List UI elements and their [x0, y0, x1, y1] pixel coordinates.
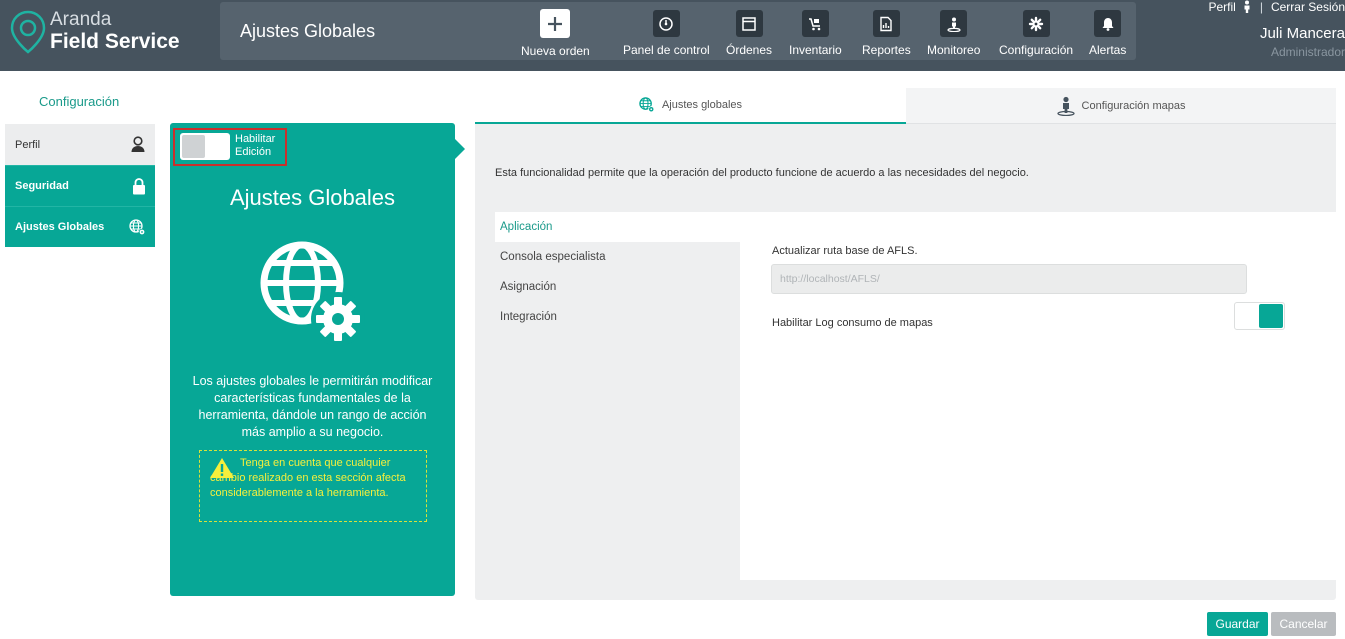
subnav-item-label: Consola especialista	[500, 251, 606, 263]
profile-link[interactable]: Perfil	[1209, 0, 1236, 14]
plus-icon	[540, 9, 571, 38]
person-pin-icon	[940, 10, 968, 37]
globe-gear-icon	[260, 241, 365, 346]
user-icon	[131, 136, 145, 152]
subnav-item-label: Integración	[500, 311, 557, 323]
user-name: Juli Mancera	[1259, 25, 1345, 42]
sidebar-item-label: Perfil	[15, 138, 41, 151]
tab-bar: Ajustes globales Configuración mapas	[475, 88, 1336, 124]
cancel-button[interactable]: Cancelar	[1271, 612, 1336, 636]
nav-panel-de-control[interactable]: Panel de control	[623, 10, 710, 58]
nav-ordenes[interactable]: Órdenes	[726, 10, 772, 58]
tab-label: Ajustes globales	[661, 99, 743, 111]
orders-icon	[735, 10, 763, 37]
card-description: Los ajustes globales le permitirán modif…	[192, 374, 433, 439]
logout-link[interactable]: Cerrar Sesión	[1271, 0, 1345, 14]
settings-subnav: Aplicación Consola especialista Asignaci…	[495, 212, 1336, 332]
info-card: Habilitar Edición Ajustes Globales Los a…	[170, 123, 455, 596]
subnav-item-asignacion[interactable]: Asignación	[495, 272, 740, 302]
subnav-item-aplicacion[interactable]: Aplicación	[495, 212, 1336, 242]
application-settings: Actualizar ruta base de AFLS. Habilitar …	[740, 242, 1336, 580]
main-menu: Ajustes Globales Nueva orden Panel de co…	[220, 2, 1136, 60]
brand-name: Aranda	[50, 9, 112, 30]
person-pin-icon	[1056, 96, 1075, 116]
cart-icon	[801, 10, 829, 37]
globe-gear-icon	[129, 218, 146, 235]
sidebar-item-label: Seguridad	[15, 180, 69, 192]
nav-reportes[interactable]: Reportes	[862, 10, 911, 58]
subnav-item-consola-especialista[interactable]: Consola especialista	[495, 242, 740, 272]
nav-label: Monitoreo	[927, 43, 981, 57]
sidebar-title: Configuración	[39, 94, 120, 109]
toggle-knob	[182, 135, 205, 158]
sidebar: Perfil Seguridad Ajustes Globales	[5, 124, 155, 247]
warning-text: Tenga en cuenta que cualquier cambio rea…	[210, 457, 406, 499]
nav-monitoreo[interactable]: Monitoreo	[927, 10, 980, 58]
sidebar-item-label: Ajustes Globales	[15, 221, 105, 233]
nav-nueva-orden[interactable]: Nueva orden	[521, 9, 590, 58]
person-icon	[1244, 0, 1250, 13]
link-separator: |	[1259, 0, 1263, 14]
nav-alertas[interactable]: Alertas	[1089, 10, 1126, 58]
globe-gear-icon	[639, 97, 655, 113]
tab-ajustes-globales[interactable]: Ajustes globales	[475, 88, 906, 124]
nav-label: Alertas	[1089, 43, 1127, 57]
nav-label: Reportes	[862, 43, 911, 57]
location-pin-icon	[10, 10, 46, 54]
edit-toggle-label: Habilitar Edición	[235, 133, 276, 158]
nav-label: Panel de control	[623, 43, 710, 57]
user-role: Administrador	[1270, 45, 1345, 59]
sidebar-item-ajustes-globales[interactable]: Ajustes Globales	[5, 206, 155, 247]
user-area: Perfil | Cerrar Sesión Juli Mancera Admi…	[1185, 0, 1345, 71]
sidebar-item-perfil[interactable]: Perfil	[5, 124, 155, 165]
top-bar: Aranda Field Service Ajustes Globales Nu…	[0, 0, 1345, 71]
card-title: Ajustes Globales	[229, 185, 396, 210]
dashboard-icon	[652, 10, 680, 37]
brand-product: Field Service	[50, 30, 180, 53]
page-title: Ajustes Globales	[240, 21, 376, 41]
subnav-item-integracion[interactable]: Integración	[495, 302, 740, 332]
nav-label: Inventario	[789, 43, 842, 57]
nav-label: Configuración	[999, 43, 1074, 57]
subnav-item-label: Aplicación	[500, 221, 553, 233]
warning-box: Tenga en cuenta que cualquier cambio rea…	[199, 450, 427, 522]
user-links: Perfil | Cerrar Sesión	[1209, 0, 1345, 14]
nav-configuracion[interactable]: Configuración	[999, 10, 1073, 58]
subnav-item-label: Asignación	[500, 281, 557, 293]
settings-panel: Ajustes globales Configuración mapas Est…	[475, 88, 1336, 600]
save-button[interactable]: Guardar	[1207, 612, 1268, 636]
nav-label: Órdenes	[726, 43, 773, 57]
edit-toggle-group: Habilitar Edición	[173, 128, 287, 166]
map-log-toggle[interactable]	[1234, 302, 1285, 330]
toggle-knob	[1259, 304, 1283, 328]
base-url-input[interactable]	[771, 264, 1247, 294]
lock-icon	[133, 177, 145, 194]
sidebar-item-seguridad[interactable]: Seguridad	[5, 165, 155, 206]
tab-label: Configuración mapas	[1081, 99, 1186, 112]
app-logo[interactable]: Aranda Field Service	[8, 8, 208, 58]
nav-inventario[interactable]: Inventario	[789, 10, 842, 58]
map-log-label: Habilitar Log consumo de mapas	[772, 317, 933, 329]
settings-description: Esta funcionalidad permite que la operac…	[495, 167, 1029, 179]
tab-configuracion-mapas[interactable]: Configuración mapas	[906, 88, 1336, 124]
url-field-label: Actualizar ruta base de AFLS.	[772, 245, 918, 257]
nav-label: Nueva orden	[521, 44, 590, 58]
card-pointer	[455, 139, 465, 159]
bell-icon	[1094, 10, 1122, 37]
edit-toggle[interactable]	[180, 133, 230, 160]
warning-icon	[210, 458, 234, 478]
report-icon	[872, 10, 900, 37]
gear-icon	[1022, 10, 1050, 37]
